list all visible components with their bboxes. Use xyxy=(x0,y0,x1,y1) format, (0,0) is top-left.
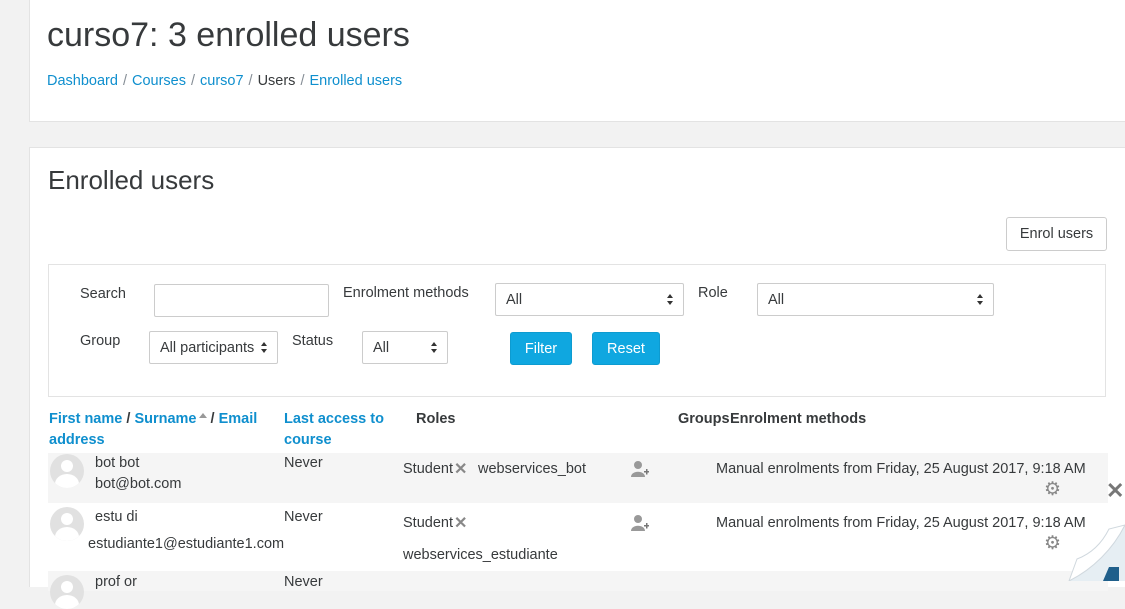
table-row: prof or Never xyxy=(48,571,1108,609)
roles-column-header: Roles xyxy=(416,409,456,430)
group-value: All participants xyxy=(160,340,255,356)
enrolment-methods-value: All xyxy=(506,292,523,308)
enrolment-method: Manual enrolments from Friday, 25 August… xyxy=(716,461,1086,477)
user-full-name[interactable]: bot bot xyxy=(95,455,139,471)
close-icon[interactable]: ✕ xyxy=(454,462,467,478)
sort-first-name-link[interactable]: First name xyxy=(49,411,122,427)
page-title: curso7: 3 enrolled users xyxy=(47,16,410,54)
select-arrows-icon xyxy=(977,293,984,307)
select-arrows-icon xyxy=(667,293,674,307)
filter-form: Search Enrolment methods All Role All Gr… xyxy=(48,264,1106,397)
reset-button[interactable]: Reset xyxy=(592,332,660,365)
breadcrumb: Dashboard / Courses / curso7/Users / Enrolled … xyxy=(47,73,402,89)
enrolment-methods-column-header: Enrolment methods xyxy=(730,409,866,430)
role-student: Student xyxy=(403,515,453,531)
enrolment-methods-select[interactable]: All xyxy=(495,283,684,316)
role-value: All xyxy=(768,292,785,308)
role-webservices: webservices_estudiante xyxy=(403,547,558,563)
avatar[interactable] xyxy=(50,454,84,488)
sort-ascending-icon xyxy=(198,413,207,418)
enrolled-users-panel: Enrolled users Enrol users Search Enrolm… xyxy=(29,147,1125,609)
breadcrumb-separator: / xyxy=(248,73,253,89)
header-separator: / xyxy=(126,411,131,427)
breadcrumb-enrolled-users[interactable]: Enrolled users xyxy=(309,73,402,89)
gear-icon[interactable]: ⚙ xyxy=(1044,480,1061,499)
enrolment-methods-label: Enrolment methods xyxy=(343,285,469,301)
search-label: Search xyxy=(80,286,126,302)
group-select[interactable]: All participants xyxy=(149,331,278,364)
enrolment-method: Manual enrolments from Friday, 25 August… xyxy=(716,515,1086,531)
sort-surname-link[interactable]: Surname xyxy=(134,411,196,427)
sort-last-access-link[interactable]: Last access to course xyxy=(284,411,384,448)
role-webservices: webservices_bot xyxy=(478,461,586,477)
filter-button[interactable]: Filter xyxy=(510,332,572,365)
add-group-icon[interactable] xyxy=(631,514,649,532)
select-arrows-icon xyxy=(431,341,438,355)
breadcrumb-dashboard[interactable]: Dashboard xyxy=(47,73,118,89)
close-icon[interactable]: ✕ xyxy=(1106,480,1124,502)
groups-header-label: Groups xyxy=(678,411,730,427)
table-row: bot bot bot@bot.com Never Student ✕ webs… xyxy=(48,453,1124,503)
table-row: estu di estudiante1@estudiante1.com Neve… xyxy=(48,503,1108,571)
groups-column-header: Groups xyxy=(678,409,730,430)
close-icon[interactable]: ✕ xyxy=(454,516,467,532)
breadcrumb-separator: / xyxy=(122,73,127,89)
user-email: estudiante1@estudiante1.com xyxy=(88,536,285,552)
page-header: curso7: 3 enrolled users Dashboard / Cours… xyxy=(29,0,1125,122)
user-full-name[interactable]: prof or xyxy=(95,574,137,590)
add-group-icon[interactable] xyxy=(631,460,649,478)
last-access-value: Never xyxy=(284,509,323,525)
user-email: bot@bot.com xyxy=(95,476,182,492)
status-label: Status xyxy=(292,333,334,349)
enrolment-methods-header-label: Enrolment methods xyxy=(730,411,867,427)
select-arrows-icon xyxy=(261,341,268,355)
breadcrumb-separator: / xyxy=(190,73,195,89)
role-select[interactable]: All xyxy=(757,283,994,316)
group-label: Group xyxy=(80,333,121,349)
role-student: Student xyxy=(403,461,453,477)
search-input[interactable] xyxy=(154,284,329,317)
avatar[interactable] xyxy=(50,507,84,541)
header-separator: / xyxy=(210,411,215,427)
breadcrumb-courses[interactable]: Courses xyxy=(132,73,186,89)
last-access-value: Never xyxy=(284,574,323,590)
section-title: Enrolled users xyxy=(48,165,215,195)
enrol-users-button[interactable]: Enrol users xyxy=(1006,217,1107,251)
name-column-header: First name / Surname / Email address xyxy=(49,409,269,451)
user-full-name[interactable]: estu di xyxy=(95,509,138,525)
roles-header-label: Roles xyxy=(416,411,456,427)
gear-icon[interactable]: ⚙ xyxy=(1044,534,1061,553)
avatar[interactable] xyxy=(50,575,84,609)
breadcrumb-separator: / xyxy=(300,73,305,89)
breadcrumb-course[interactable]: curso7 xyxy=(200,73,244,89)
status-select[interactable]: All xyxy=(362,331,448,364)
breadcrumb-users: Users xyxy=(257,73,296,89)
status-value: All xyxy=(373,340,390,356)
last-access-value: Never xyxy=(284,455,323,471)
last-access-column-header: Last access to course xyxy=(284,409,404,451)
role-label: Role xyxy=(698,285,728,301)
